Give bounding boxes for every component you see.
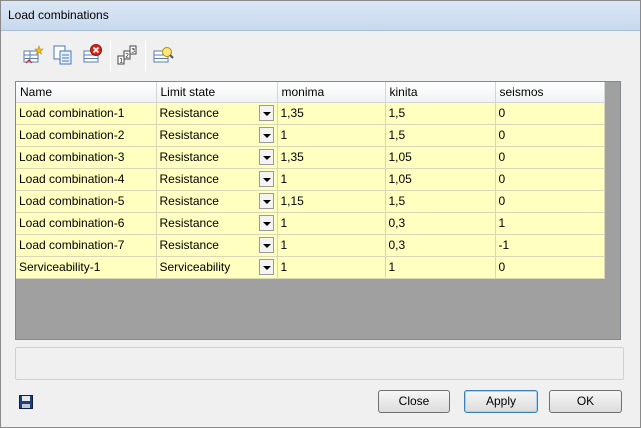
save-button[interactable] (19, 395, 33, 409)
combinations-table: Name Limit state monima kinita seismos L… (16, 82, 605, 279)
cell-name[interactable]: Load combination-5 (16, 190, 157, 213)
window-title: Load combinations (8, 8, 109, 22)
limit-state-select[interactable]: Resistance (156, 124, 278, 147)
limit-state-select[interactable]: Resistance (156, 212, 278, 235)
save-icon (19, 395, 33, 409)
cell-limit-state: Resistance (159, 238, 219, 252)
cell-name[interactable]: Load combination-2 (16, 124, 157, 147)
load-combinations-grid: Name Limit state monima kinita seismos L… (15, 81, 621, 340)
table-row: Load combination-4 Resistance 1 1,05 0 (16, 168, 605, 191)
message-area (15, 347, 624, 380)
generate-combinations-icon (153, 47, 174, 63)
table-row: Serviceability-1 Serviceability 1 1 0 (16, 256, 605, 279)
column-header-limit-state[interactable]: Limit state (156, 82, 278, 103)
table-row: Load combination-2 Resistance 1 1,5 0 (16, 124, 605, 147)
apply-button[interactable]: Apply (464, 390, 538, 413)
toolbar-separator (145, 41, 146, 71)
cell-seismos[interactable]: 0 (495, 146, 605, 169)
dropdown-arrow-icon[interactable] (258, 192, 274, 209)
cell-monima[interactable]: 1,35 (277, 102, 386, 125)
delete-combination-icon (83, 44, 102, 63)
dropdown-arrow-icon[interactable] (258, 148, 274, 165)
add-combination-button[interactable] (21, 43, 45, 67)
cell-monima[interactable]: 1 (277, 234, 386, 257)
renumber-icon: 1 2 3 (117, 45, 137, 65)
cell-limit-state: Resistance (159, 150, 219, 164)
cell-kinita[interactable]: 0,3 (385, 234, 496, 257)
cell-monima[interactable]: 1,15 (277, 190, 386, 213)
table-row: Load combination-3 Resistance 1,35 1,05 … (16, 146, 605, 169)
column-header-monima[interactable]: monima (277, 82, 386, 103)
delete-combination-button[interactable] (81, 43, 105, 67)
dropdown-arrow-icon[interactable] (258, 258, 274, 275)
cell-kinita[interactable]: 1,05 (385, 168, 496, 191)
cell-seismos[interactable]: -1 (495, 234, 605, 257)
toolbar-separator (110, 41, 111, 71)
cell-monima[interactable]: 1 (277, 168, 386, 191)
cell-limit-state: Resistance (159, 194, 219, 208)
close-button[interactable]: Close (378, 390, 450, 413)
cell-limit-state: Resistance (159, 172, 219, 186)
dropdown-arrow-icon[interactable] (258, 104, 274, 121)
cell-monima[interactable]: 1 (277, 212, 386, 235)
table-row: Load combination-6 Resistance 1 0,3 1 (16, 212, 605, 235)
cell-monima[interactable]: 1 (277, 256, 386, 279)
cell-name[interactable]: Load combination-4 (16, 168, 157, 191)
limit-state-select[interactable]: Serviceability (156, 256, 278, 279)
cell-kinita[interactable]: 1,5 (385, 102, 496, 125)
add-combination-icon (23, 45, 44, 64)
dropdown-arrow-icon[interactable] (258, 126, 274, 143)
dropdown-arrow-icon[interactable] (258, 170, 274, 187)
copy-combination-icon (53, 45, 72, 65)
svg-text:2: 2 (125, 53, 129, 60)
cell-seismos[interactable]: 0 (495, 124, 605, 147)
cell-name[interactable]: Load combination-6 (16, 212, 157, 235)
table-row: Load combination-7 Resistance 1 0,3 -1 (16, 234, 605, 257)
cell-monima[interactable]: 1 (277, 124, 386, 147)
cell-kinita[interactable]: 1,05 (385, 146, 496, 169)
column-header-name[interactable]: Name (16, 82, 157, 103)
column-header-seismos[interactable]: seismos (495, 82, 605, 103)
svg-text:3: 3 (131, 48, 135, 55)
table-row: Load combination-1 Resistance 1,35 1,5 0 (16, 102, 605, 125)
renumber-button[interactable]: 1 2 3 (116, 43, 140, 67)
cell-kinita[interactable]: 1 (385, 256, 496, 279)
cell-name[interactable]: Load combination-7 (16, 234, 157, 257)
cell-limit-state: Resistance (159, 128, 219, 142)
cell-seismos[interactable]: 0 (495, 102, 605, 125)
title-bar: Load combinations (1, 1, 640, 31)
limit-state-select[interactable]: Resistance (156, 234, 278, 257)
load-combinations-dialog: Load combinations 1 2 3 Name Limit state… (0, 0, 641, 428)
cell-limit-state: Resistance (159, 216, 219, 230)
toolbar: 1 2 3 (15, 39, 215, 73)
cell-name[interactable]: Load combination-3 (16, 146, 157, 169)
cell-kinita[interactable]: 0,3 (385, 212, 496, 235)
ok-button[interactable]: OK (549, 390, 622, 413)
cell-seismos[interactable]: 1 (495, 212, 605, 235)
header-row: Name Limit state monima kinita seismos (16, 82, 605, 103)
column-header-kinita[interactable]: kinita (385, 82, 496, 103)
cell-seismos[interactable]: 0 (495, 190, 605, 213)
dropdown-arrow-icon[interactable] (258, 236, 274, 253)
cell-seismos[interactable]: 0 (495, 168, 605, 191)
dropdown-arrow-icon[interactable] (258, 214, 274, 231)
copy-combination-button[interactable] (51, 43, 75, 67)
cell-name[interactable]: Load combination-1 (16, 102, 157, 125)
limit-state-select[interactable]: Resistance (156, 146, 278, 169)
limit-state-select[interactable]: Resistance (156, 168, 278, 191)
cell-name[interactable]: Serviceability-1 (16, 256, 157, 279)
cell-monima[interactable]: 1,35 (277, 146, 386, 169)
limit-state-select[interactable]: Resistance (156, 102, 278, 125)
limit-state-select[interactable]: Resistance (156, 190, 278, 213)
svg-text:1: 1 (119, 58, 123, 65)
generate-combinations-button[interactable] (151, 43, 175, 67)
cell-kinita[interactable]: 1,5 (385, 190, 496, 213)
cell-kinita[interactable]: 1,5 (385, 124, 496, 147)
table-row: Load combination-5 Resistance 1,15 1,5 0 (16, 190, 605, 213)
cell-limit-state: Serviceability (159, 260, 231, 274)
cell-seismos[interactable]: 0 (495, 256, 605, 279)
cell-limit-state: Resistance (159, 106, 219, 120)
